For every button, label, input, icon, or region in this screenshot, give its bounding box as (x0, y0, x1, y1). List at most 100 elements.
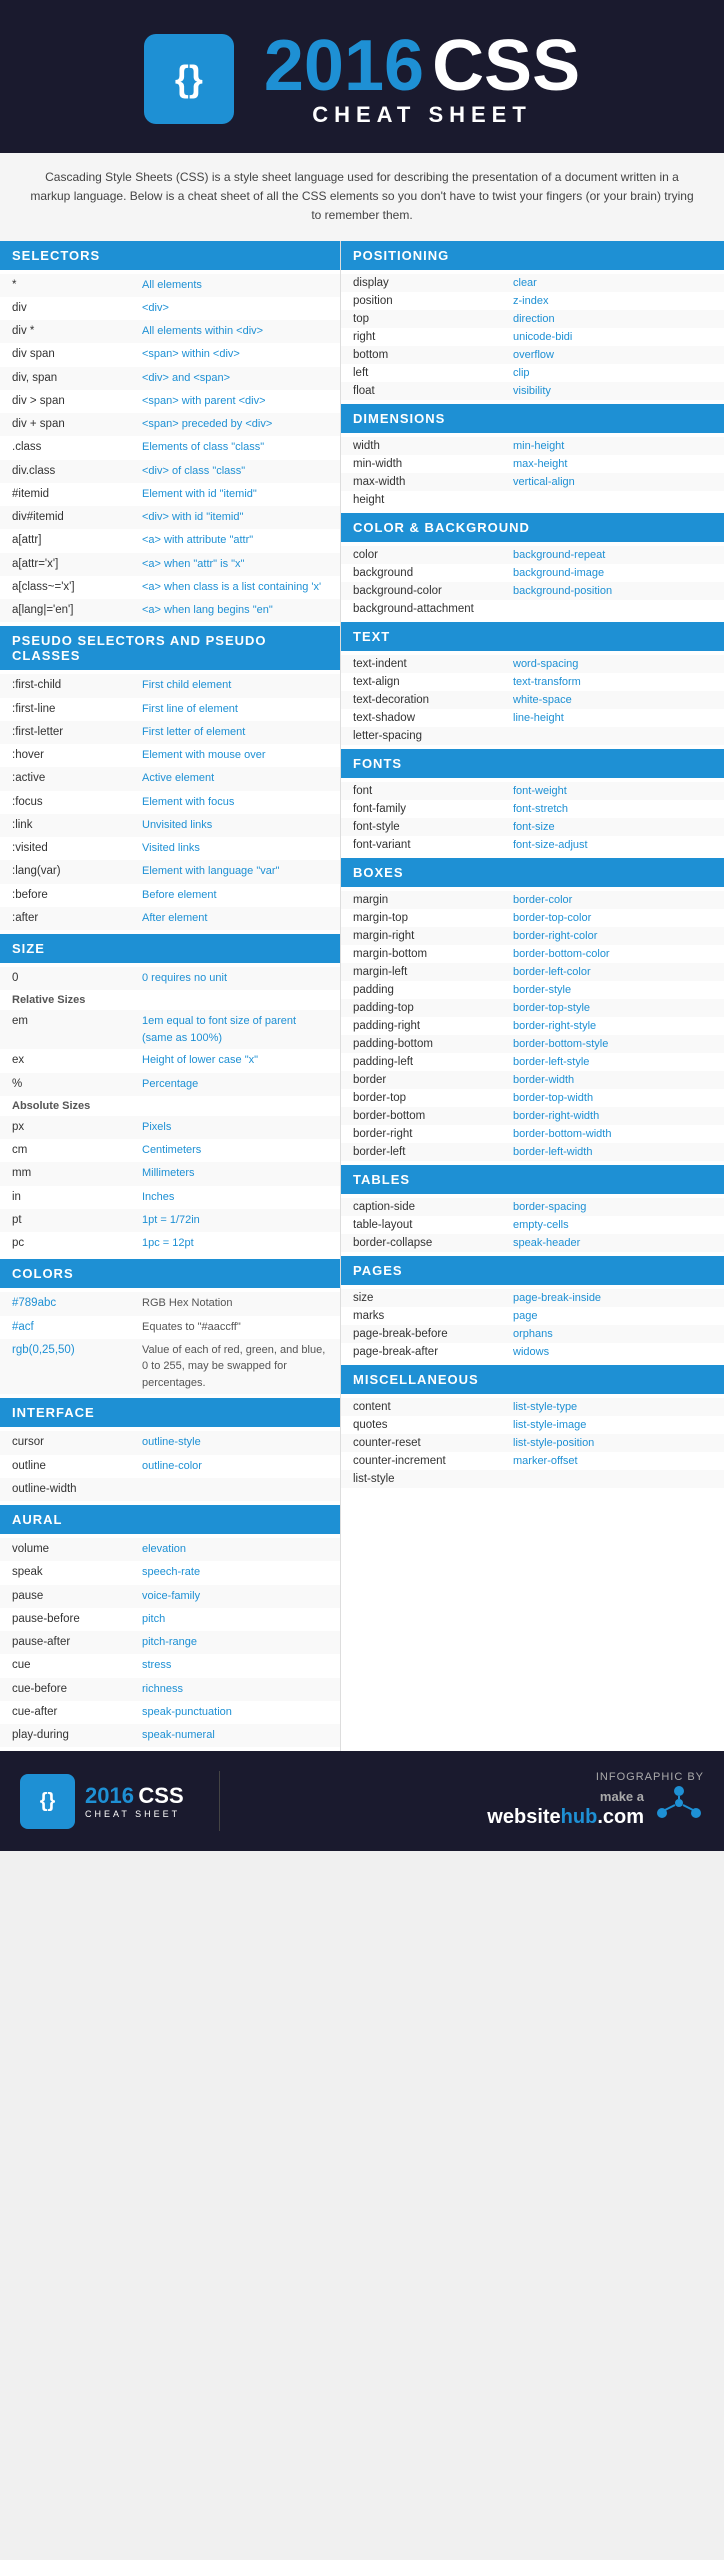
list-item: #itemidElement with id "itemid" (0, 483, 340, 506)
list-item: pause-beforepitch (0, 1608, 340, 1631)
list-item: #789abcRGB Hex Notation (0, 1292, 340, 1315)
right-column: POSITIONING displayclear positionz-index… (340, 241, 724, 1752)
list-item: padding-topborder-top-style (341, 999, 724, 1017)
list-item: padding-bottomborder-bottom-style (341, 1035, 724, 1053)
list-item: :hoverElement with mouse over (0, 744, 340, 767)
list-item: :visitedVisited links (0, 837, 340, 860)
list-item: em1em equal to font size of parent (same… (0, 1010, 340, 1049)
list-item: counter-incrementmarker-offset (341, 1452, 724, 1470)
list-item: div<div> (0, 297, 340, 320)
misc-header: MISCELLANEOUS (341, 1365, 724, 1394)
header-description: Cascading Style Sheets (CSS) is a style … (0, 153, 724, 241)
list-item: :first-lineFirst line of element (0, 698, 340, 721)
tables-body: caption-sideborder-spacing table-layoute… (341, 1194, 724, 1256)
list-item: mmMillimeters (0, 1162, 340, 1185)
pages-body: sizepage-break-inside markspage page-bre… (341, 1285, 724, 1365)
list-item: border-rightborder-bottom-width (341, 1125, 724, 1143)
selectors-body: *All elements div<div> div *All elements… (0, 270, 340, 627)
list-item: exHeight of lower case "x" (0, 1049, 340, 1072)
list-item: bottomoverflow (341, 346, 724, 364)
list-item: :beforeBefore element (0, 884, 340, 907)
fonts-body: fontfont-weight font-familyfont-stretch … (341, 778, 724, 858)
aural-body: volumeelevation speakspeech-rate pausevo… (0, 1534, 340, 1751)
list-item: counter-resetlist-style-position (341, 1434, 724, 1452)
list-item: text-aligntext-transform (341, 673, 724, 691)
list-item: page-break-afterwidows (341, 1343, 724, 1361)
list-item: a[class~='x']<a> when class is a list co… (0, 576, 340, 599)
color-bg-header: COLOR & BACKGROUND (341, 513, 724, 542)
list-item: borderborder-width (341, 1071, 724, 1089)
positioning-header: POSITIONING (341, 241, 724, 270)
header-logo: {} (144, 34, 234, 124)
pseudo-header: PSEUDO SELECTORS AND PSEUDO CLASSES (0, 626, 340, 670)
list-item: margin-bottomborder-bottom-color (341, 945, 724, 963)
list-item: #acfEquates to "#aaccff" (0, 1316, 340, 1339)
text-header: TEXT (341, 622, 724, 651)
list-item: caption-sideborder-spacing (341, 1198, 724, 1216)
list-item: .classElements of class "class" (0, 436, 340, 459)
list-item: :first-letterFirst letter of element (0, 721, 340, 744)
list-item: background-colorbackground-position (341, 582, 724, 600)
positioning-body: displayclear positionz-index topdirectio… (341, 270, 724, 404)
header-title-block: 2016 CSS CHEAT SHEET (264, 30, 580, 128)
list-item: play-duringspeak-numeral (0, 1724, 340, 1747)
fonts-header: FONTS (341, 749, 724, 778)
list-item: div span<span> within <div> (0, 343, 340, 366)
pages-header: PAGES (341, 1256, 724, 1285)
text-body: text-indentword-spacing text-aligntext-t… (341, 651, 724, 749)
list-item: :linkUnvisited links (0, 814, 340, 837)
list-item: cursoroutline-style (0, 1431, 340, 1454)
list-item: text-decorationwhite-space (341, 691, 724, 709)
list-item: displayclear (341, 274, 724, 292)
list-item: floatvisibility (341, 382, 724, 400)
list-item: cue-afterspeak-punctuation (0, 1701, 340, 1724)
list-item: paddingborder-style (341, 981, 724, 999)
list-item: pt1pt = 1/72in (0, 1209, 340, 1232)
footer-year-css: 2016 CSS (85, 1783, 184, 1809)
list-item: positionz-index (341, 292, 724, 310)
list-item: topdirection (341, 310, 724, 328)
aural-header: AURAL (0, 1505, 340, 1534)
list-item: a[attr]<a> with attribute "attr" (0, 529, 340, 552)
list-item: colorbackground-repeat (341, 546, 724, 564)
size-header: SIZE (0, 934, 340, 963)
list-item: rgb(0,25,50)Value of each of red, green,… (0, 1339, 340, 1395)
pseudo-body: :first-childFirst child element :first-l… (0, 670, 340, 934)
list-item: backgroundbackground-image (341, 564, 724, 582)
list-item: :afterAfter element (0, 907, 340, 930)
list-item: border-bottomborder-right-width (341, 1107, 724, 1125)
list-item: markspage (341, 1307, 724, 1325)
list-item: list-style (341, 1470, 724, 1488)
list-item: *All elements (0, 274, 340, 297)
list-item: pxPixels (0, 1116, 340, 1139)
list-item: min-widthmax-height (341, 455, 724, 473)
relative-sizes-label: Relative Sizes (0, 990, 340, 1010)
list-item: fontfont-weight (341, 782, 724, 800)
list-item: page-break-beforeorphans (341, 1325, 724, 1343)
colors-body: #789abcRGB Hex Notation #acfEquates to "… (0, 1288, 340, 1398)
list-item: leftclip (341, 364, 724, 382)
list-item: cmCentimeters (0, 1139, 340, 1162)
list-item: margin-leftborder-left-color (341, 963, 724, 981)
list-item: pc1pc = 12pt (0, 1232, 340, 1255)
color-bg-body: colorbackground-repeat backgroundbackgro… (341, 542, 724, 622)
list-item: margin-rightborder-right-color (341, 927, 724, 945)
left-column: SELECTORS *All elements div<div> div *Al… (0, 241, 340, 1752)
footer-css: CSS (138, 1783, 183, 1808)
list-item: div#itemid<div> with id "itemid" (0, 506, 340, 529)
list-item: :focusElement with focus (0, 791, 340, 814)
list-item: font-variantfont-size-adjust (341, 836, 724, 854)
footer-right: INFOGRAPHIC BY make a websitehub.com (487, 1771, 704, 1831)
footer-logo-text: 2016 CSS CHEAT SHEET (85, 1783, 184, 1819)
list-item: border-leftborder-left-width (341, 1143, 724, 1161)
list-item: %Percentage (0, 1073, 340, 1096)
interface-body: cursoroutline-style outlineoutline-color… (0, 1427, 340, 1505)
list-item: quoteslist-style-image (341, 1416, 724, 1434)
list-item: sizepage-break-inside (341, 1289, 724, 1307)
list-item: :lang(var)Element with language "var" (0, 860, 340, 883)
list-item: outlineoutline-color (0, 1455, 340, 1478)
list-item: 00 requires no unit (0, 967, 340, 990)
list-item: text-shadowline-height (341, 709, 724, 727)
list-item: cue-beforerichness (0, 1678, 340, 1701)
list-item: padding-leftborder-left-style (341, 1053, 724, 1071)
